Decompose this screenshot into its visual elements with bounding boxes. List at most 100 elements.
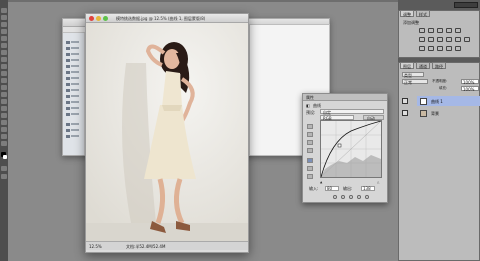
path-select-tool-icon[interactable] [1, 120, 7, 125]
eyedropper-white-icon[interactable] [307, 148, 313, 153]
sidebar-item[interactable] [66, 121, 82, 126]
layers-panel: 图层 通道 路径 类型 正常 不透明度: 100% 填充: 100% 曲线 1 … [398, 62, 480, 261]
brush-tool-icon[interactable] [1, 57, 7, 62]
history-brush-tool-icon[interactable] [1, 71, 7, 76]
shape-tool-icon[interactable] [1, 127, 7, 132]
move-tool-icon[interactable] [1, 8, 7, 13]
vibrance-icon[interactable] [455, 28, 461, 33]
hand-tool-icon[interactable] [1, 134, 7, 139]
quick-select-tool-icon[interactable] [1, 29, 7, 34]
preset-dropdown[interactable]: 自定 [320, 109, 384, 115]
brightness-icon[interactable] [419, 28, 425, 33]
folder-icon [66, 82, 70, 86]
view-previous-icon[interactable] [341, 195, 345, 199]
sidebar-item[interactable] [66, 93, 82, 98]
curve-point[interactable] [337, 143, 342, 148]
sidebar-item[interactable] [66, 45, 82, 50]
disk-icon [66, 122, 70, 126]
image-canvas[interactable] [86, 23, 248, 250]
healing-brush-tool-icon[interactable] [1, 50, 7, 55]
eyedropper-gray-icon[interactable] [307, 140, 313, 145]
color-balance-icon[interactable] [428, 37, 434, 42]
sidebar-item[interactable] [66, 87, 82, 92]
zoom-level[interactable]: 12.5% [89, 244, 102, 249]
workspace-switcher[interactable] [454, 2, 478, 8]
white-slider-icon[interactable]: △ [377, 180, 379, 184]
sidebar-item[interactable] [66, 51, 82, 56]
levels-icon[interactable] [428, 28, 434, 33]
folder-icon [66, 100, 70, 104]
lasso-tool-icon[interactable] [1, 22, 7, 27]
minimize-button[interactable] [96, 16, 101, 21]
sidebar-item[interactable] [66, 133, 82, 138]
type-tool-icon[interactable] [1, 113, 7, 118]
tab-channels[interactable]: 通道 [416, 62, 430, 69]
clip-to-layer-icon[interactable] [333, 195, 337, 199]
sidebar-item[interactable] [66, 81, 82, 86]
visibility-eye-icon[interactable] [402, 98, 408, 104]
eraser-tool-icon[interactable] [1, 78, 7, 83]
zoom-tool-icon[interactable] [1, 141, 7, 146]
exposure-icon[interactable] [446, 28, 452, 33]
input-value-field[interactable]: 80 [325, 186, 339, 191]
sidebar-item[interactable] [66, 57, 82, 62]
invert-icon[interactable] [419, 46, 425, 51]
tab-adjustments[interactable]: 调整 [400, 10, 414, 17]
sidebar-item[interactable] [66, 105, 82, 110]
eyedropper-black-icon[interactable] [307, 132, 313, 137]
close-button[interactable] [89, 16, 94, 21]
black-slider-icon[interactable]: ▲ [320, 180, 322, 184]
channel-mixer-icon[interactable] [455, 37, 461, 42]
visibility-eye-icon[interactable] [402, 110, 408, 116]
document-info: 文档:半52.4M/52.4M [126, 244, 166, 249]
layer-name: 曲线 1 [431, 99, 443, 104]
curve-graph[interactable] [320, 120, 382, 178]
black-white-icon[interactable] [437, 37, 443, 42]
layer-row[interactable]: 背景 [417, 108, 480, 118]
zoom-button[interactable] [103, 16, 108, 21]
output-value-field[interactable]: 138 [361, 186, 375, 191]
crop-tool-icon[interactable] [1, 36, 7, 41]
tab-layers[interactable]: 图层 [400, 62, 414, 69]
blur-tool-icon[interactable] [1, 92, 7, 97]
pencil-draw-icon[interactable] [307, 166, 313, 171]
marquee-tool-icon[interactable] [1, 15, 7, 20]
tab-paths[interactable]: 路径 [432, 62, 446, 69]
background-color-swatch[interactable] [3, 155, 7, 159]
selective-color-icon[interactable] [455, 46, 461, 51]
sidebar-item[interactable] [66, 111, 82, 116]
curves-titlebar[interactable]: 属性 [303, 94, 387, 101]
sidebar-item[interactable] [66, 69, 82, 74]
sidebar-item[interactable] [66, 99, 82, 104]
photo-filter-icon[interactable] [446, 37, 452, 42]
blend-mode-dropdown[interactable]: 正常 [402, 79, 428, 85]
visibility-icon[interactable] [357, 195, 361, 199]
sidebar-item[interactable] [66, 127, 82, 132]
color-lookup-icon[interactable] [464, 37, 470, 42]
eyedropper-tool-icon[interactable] [1, 43, 7, 48]
trash-icon[interactable] [365, 195, 369, 199]
pen-tool-icon[interactable] [1, 106, 7, 111]
smooth-curve-icon[interactable] [307, 174, 313, 179]
target-adjust-icon[interactable] [307, 124, 313, 129]
clone-stamp-tool-icon[interactable] [1, 64, 7, 69]
quick-mask-icon[interactable] [1, 166, 7, 171]
threshold-icon[interactable] [437, 46, 443, 51]
screen-mode-icon[interactable] [1, 174, 7, 179]
curve-point-tool-icon[interactable] [307, 158, 313, 163]
layer-kind-filter[interactable]: 类型 [402, 72, 424, 78]
hue-saturation-icon[interactable] [419, 37, 425, 42]
posterize-icon[interactable] [428, 46, 434, 51]
curves-icon[interactable] [437, 28, 443, 33]
opacity-field[interactable]: 100% [461, 79, 479, 85]
fill-field[interactable]: 100% [461, 86, 479, 92]
tab-styles[interactable]: 样式 [416, 10, 430, 17]
gradient-map-icon[interactable] [446, 46, 452, 51]
sidebar-item[interactable] [66, 63, 82, 68]
gradient-tool-icon[interactable] [1, 85, 7, 90]
sidebar-item[interactable] [66, 75, 82, 80]
sidebar-item[interactable] [66, 39, 82, 44]
reset-icon[interactable] [349, 195, 353, 199]
layer-row[interactable]: 曲线 1 [417, 96, 480, 106]
dodge-tool-icon[interactable] [1, 99, 7, 104]
